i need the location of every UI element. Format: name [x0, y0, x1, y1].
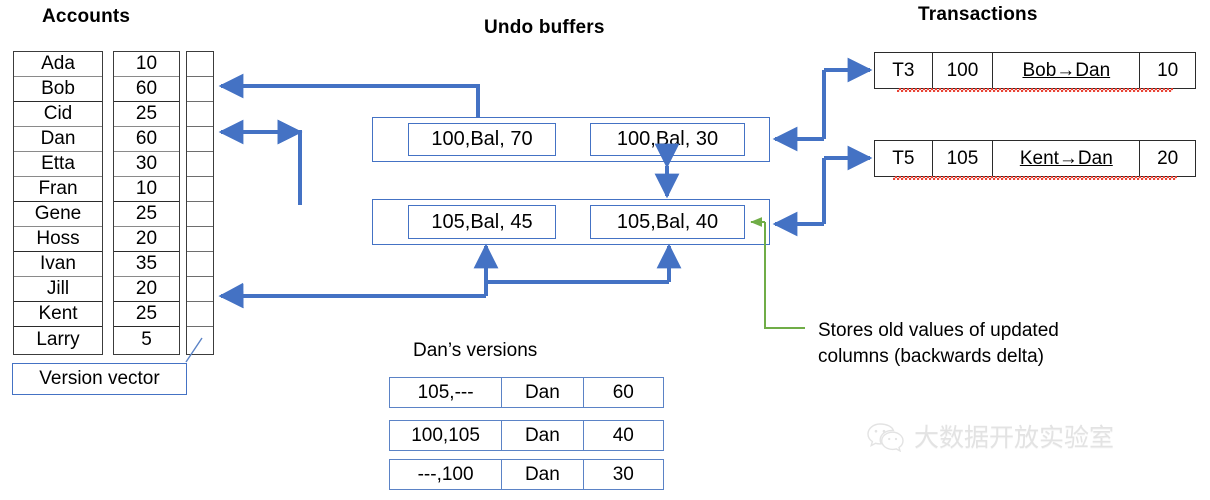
account-balance-cell: 35: [114, 252, 179, 277]
wechat-logo-icon: [867, 423, 904, 452]
dans-version-row-3[interactable]: ---,100 Dan 30: [389, 459, 664, 490]
version-vector-slot[interactable]: [187, 102, 213, 127]
version-vector-column: [186, 51, 214, 355]
dans-version-1-name: Dan: [502, 378, 584, 407]
version-vector-slot[interactable]: [187, 302, 213, 327]
transaction-2-txid: T5: [875, 141, 933, 176]
version-vector-slot[interactable]: [187, 277, 213, 302]
version-vector-slot[interactable]: [187, 227, 213, 252]
account-balance-cell: 10: [114, 177, 179, 202]
transaction-1-operation-text: Bob→Dan: [1022, 59, 1111, 81]
transaction-1-txid: T3: [875, 53, 933, 88]
transaction-row-2[interactable]: T5 105 Kent→Dan 20: [874, 140, 1196, 180]
undo-entry-1-right[interactable]: 100,Bal, 30: [590, 123, 745, 156]
version-vector-slot[interactable]: [187, 327, 213, 352]
transaction-2-operation-text: Kent→Dan: [1019, 147, 1113, 169]
dans-version-1-value: 60: [612, 381, 634, 403]
account-balance-cell: 10: [114, 52, 179, 77]
dans-version-3-value: 30: [612, 463, 634, 485]
dans-version-3-name: Dan: [502, 460, 584, 489]
undo-entry-1-left[interactable]: 100,Bal, 70: [408, 123, 556, 156]
account-balance-cell: 5: [114, 327, 179, 352]
version-vector-slot[interactable]: [187, 202, 213, 227]
version-vector-callout: Version vector: [12, 363, 187, 395]
account-balance-cell: 60: [114, 77, 179, 102]
undo-buffer-annotation: Stores old values of updated columns (ba…: [818, 320, 1059, 367]
transactions-heading: Transactions: [918, 4, 1038, 25]
account-name-cell: Etta: [14, 152, 102, 177]
version-vector-slot[interactable]: [187, 52, 213, 77]
dans-version-2-name: Dan: [502, 421, 584, 450]
account-name-cell: Ivan: [14, 252, 102, 277]
account-balance-cell: 30: [114, 152, 179, 177]
undo-entry-2-right[interactable]: 105,Bal, 40: [590, 205, 745, 239]
account-name-cell: Ada: [14, 52, 102, 77]
spellcheck-underline-icon: [893, 176, 1177, 180]
version-vector-slot[interactable]: [187, 152, 213, 177]
transaction-1-operation: Bob→Dan: [897, 53, 1173, 92]
watermark: 大数据开放实验室: [866, 418, 1114, 454]
arrow-undo-to-dan: [218, 119, 302, 205]
version-vector-slot[interactable]: [187, 127, 213, 152]
accounts-balance-column: 10 60 25 60 30 10 25 20 35 20 25 5: [113, 51, 180, 355]
noop3: [218, 282, 244, 308]
dans-version-1-versions: 105,---: [390, 378, 503, 407]
account-balance-cell: 20: [114, 227, 179, 252]
version-vector-slot[interactable]: [187, 177, 213, 202]
undo-entry-2-left[interactable]: 105,Bal, 45: [408, 205, 556, 239]
transaction-row-1[interactable]: T3 100 Bob→Dan 10: [874, 52, 1196, 92]
dans-version-row-2[interactable]: 100,105 Dan 40: [389, 420, 664, 451]
version-vector-slot[interactable]: [187, 252, 213, 277]
accounts-name-column: Ada Bob Cid Dan Etta Fran Gene Hoss Ivan Jill Kent…: [13, 51, 103, 355]
account-balance-cell: 60: [114, 127, 179, 152]
dans-version-row-1[interactable]: 105,--- Dan 60: [389, 377, 664, 408]
arrow-undo1left-to-bob: [218, 73, 480, 117]
dans-version-2-versions: 100,105: [390, 421, 503, 450]
transaction-1-timestamp: 100: [933, 53, 994, 88]
watermark-text: 大数据开放实验室: [914, 424, 1115, 452]
account-balance-cell: 20: [114, 277, 179, 302]
version-vector-label: Version vector: [39, 368, 160, 389]
dans-version-3-versions: ---,100: [390, 460, 503, 489]
account-name-cell: Cid: [14, 102, 102, 127]
account-name-cell: Bob: [14, 77, 102, 102]
dans-versions-title: Dan’s versions: [413, 340, 538, 361]
annotation-leader-line: [764, 222, 805, 329]
account-name-cell: Jill: [14, 277, 102, 302]
account-name-cell: Gene: [14, 202, 102, 227]
undo-buffers-heading: Undo buffers: [484, 17, 605, 38]
transaction-2-operation: Kent→Dan: [893, 141, 1177, 180]
transaction-1-amount: 10: [1157, 59, 1179, 81]
account-balance-cell: 25: [114, 202, 179, 227]
account-name-cell: Dan: [14, 127, 102, 152]
account-name-cell: Fran: [14, 177, 102, 202]
dans-version-2-value: 40: [612, 424, 634, 446]
version-vector-slot[interactable]: [187, 77, 213, 102]
accounts-heading: Accounts: [42, 6, 131, 27]
account-name-cell: Hoss: [14, 227, 102, 252]
transaction-2-timestamp: 105: [933, 141, 994, 176]
account-name-cell: Kent: [14, 302, 102, 327]
transaction-2-amount: 20: [1157, 147, 1179, 169]
spellcheck-underline-icon: [897, 88, 1173, 92]
account-balance-cell: 25: [114, 302, 179, 327]
account-balance-cell: 25: [114, 102, 179, 127]
account-name-cell: Larry: [14, 327, 102, 352]
